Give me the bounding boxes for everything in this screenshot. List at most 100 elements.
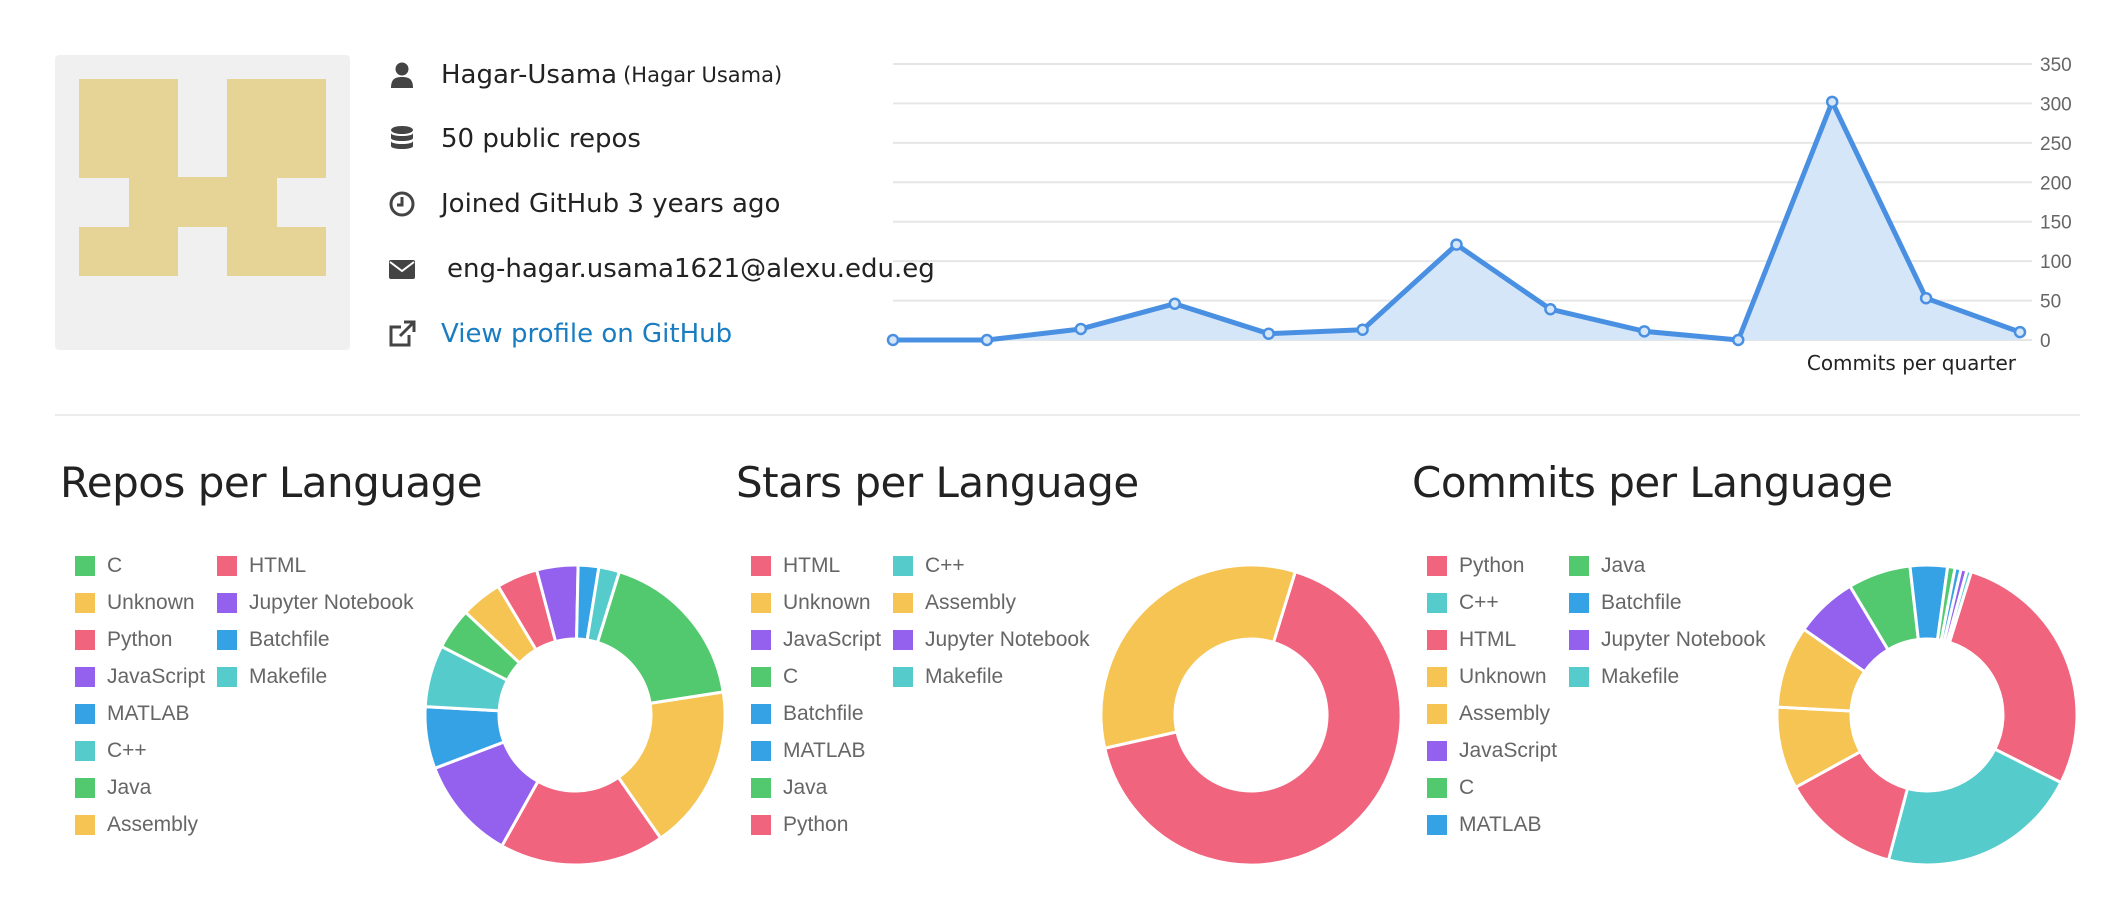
legend-swatch [1569,556,1589,576]
commit-point[interactable] [1732,333,1745,347]
legend-swatch [751,741,771,761]
legend-swatch [751,667,771,687]
legend-item[interactable]: Unknown [751,589,871,617]
legend-item[interactable]: C [1427,774,1474,802]
legend-item[interactable]: Batchfile [217,626,330,654]
commit-point[interactable] [1450,238,1463,251]
y-tick-label: 0 [2040,331,2051,352]
identicon-image [79,79,326,276]
clock-icon [385,187,419,221]
legend-label: Assembly [925,591,1017,614]
legend-swatch [751,630,771,650]
commit-point[interactable] [1638,325,1651,338]
legend-label: Batchfile [249,628,330,651]
commit-point[interactable] [1825,95,1839,109]
legend-item[interactable]: Python [751,811,848,839]
legend-label: MATLAB [107,702,190,725]
legend-item[interactable]: Batchfile [1569,589,1682,617]
legend-item[interactable]: Java [75,774,151,802]
commit-point[interactable] [2013,325,2027,339]
legend-item[interactable]: JavaScript [751,626,881,654]
legend-item[interactable]: Java [1569,552,1645,580]
commit-point[interactable] [1262,327,1275,340]
envelope-icon [385,252,419,286]
legend-label: C [107,554,123,577]
legend-label: Batchfile [1601,591,1682,614]
legend-item[interactable]: Assembly [1427,700,1550,728]
legend-swatch [1569,667,1589,687]
commit-point[interactable] [1544,302,1557,316]
legend-item[interactable]: C [751,663,798,691]
avatar-block [227,79,326,178]
stars-donut-chart [1096,560,1406,870]
legend-item[interactable]: Unknown [75,589,195,617]
commits-per-language-panel: Commits per Language Python C++ HTML Unknow… [1407,440,2079,880]
legend-item[interactable]: JavaScript [75,663,205,691]
legend-item[interactable]: HTML [217,552,306,580]
legend-item[interactable]: MATLAB [751,737,865,765]
legend-label: Batchfile [783,702,864,725]
legend-swatch [217,556,237,576]
legend-swatch [893,593,913,613]
legend-item[interactable]: Java [751,774,827,802]
legend-item[interactable]: Batchfile [751,700,864,728]
legend-item[interactable]: Jupyter Notebook [1569,626,1766,654]
legend-item[interactable]: HTML [751,552,840,580]
repos-donut-chart [420,560,730,870]
profile-link-row[interactable]: View profile on GitHub [385,309,732,359]
legend-label: Makefile [249,665,328,688]
legend-item[interactable]: JavaScript [1427,737,1557,765]
legend-item[interactable]: C [75,552,122,580]
legend-item[interactable]: C++ [75,737,147,765]
legend-item[interactable]: Python [1427,552,1524,580]
commits-per-language-title: Commits per Language [1412,458,1893,507]
legend-swatch [1569,593,1589,613]
legend-item[interactable]: HTML [1427,626,1516,654]
legend-swatch [1427,704,1447,724]
legend-label: Jupyter Notebook [1601,628,1766,651]
legend-label: C++ [1459,591,1499,614]
avatar-block [79,227,178,276]
legend-item[interactable]: Python [75,626,172,654]
legend-item[interactable]: Assembly [75,811,198,839]
legend-item[interactable]: Makefile [893,663,1003,691]
legend-item[interactable]: Unknown [1427,663,1547,691]
y-tick-label: 100 [2040,252,2072,273]
legend-swatch [751,593,771,613]
legend-swatch [217,667,237,687]
legend-item[interactable]: Assembly [893,589,1016,617]
commit-point[interactable] [886,333,900,347]
legend-label: HTML [1459,628,1517,651]
avatar [55,55,350,350]
legend-item[interactable]: MATLAB [1427,811,1541,839]
legend-label: MATLAB [1459,813,1542,836]
legend-item[interactable]: C++ [1427,589,1499,617]
donut-slice[interactable] [1947,569,2079,785]
donut-slice[interactable] [1099,563,1298,751]
legend-swatch [75,815,95,835]
public-repos: 50 public repos [441,124,641,154]
view-profile-link[interactable]: View profile on GitHub [441,319,732,349]
legend-item[interactable]: Jupyter Notebook [893,626,1090,654]
legend-label: JavaScript [1459,739,1558,762]
legend-swatch [75,630,95,650]
commit-point[interactable] [1074,322,1088,336]
commit-point[interactable] [980,333,994,347]
legend-label: Makefile [925,665,1004,688]
joined-row: Joined GitHub 3 years ago [385,179,780,229]
legend-swatch [751,556,771,576]
legend-swatch [751,778,771,798]
legend-swatch [893,556,913,576]
donut-slice[interactable] [595,569,725,706]
legend-swatch [1427,778,1447,798]
legend-item[interactable]: Makefile [1569,663,1679,691]
legend-label: Assembly [107,813,199,836]
legend-item[interactable]: Jupyter Notebook [217,589,414,617]
commit-point[interactable] [1919,291,1933,305]
legend-item[interactable]: C++ [893,552,965,580]
commit-point[interactable] [1168,297,1181,310]
legend-swatch [217,630,237,650]
legend-item[interactable]: Makefile [217,663,327,691]
legend-item[interactable]: MATLAB [75,700,189,728]
commit-point[interactable] [1356,323,1369,336]
